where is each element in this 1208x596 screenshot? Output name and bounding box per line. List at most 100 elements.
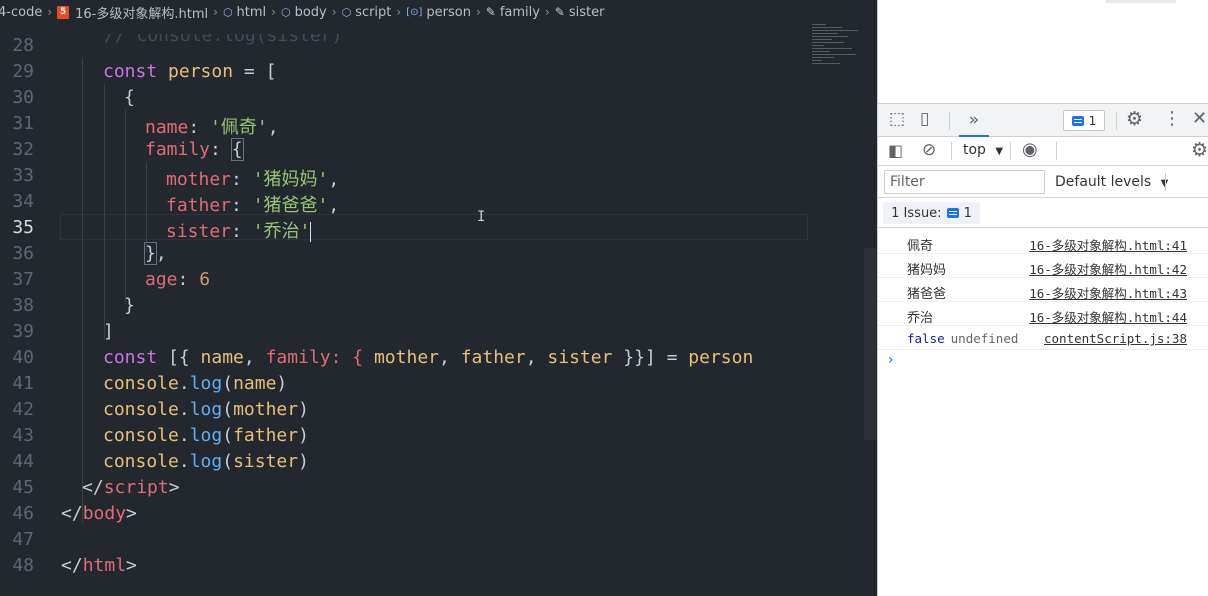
more-tabs-button[interactable]: » bbox=[959, 104, 989, 137]
issues-link[interactable]: 1 Issue: 1 bbox=[883, 202, 980, 224]
breadcrumb: 4-code › 5 16-多级对象解构.html › ⬡ html › ⬡ b… bbox=[0, 0, 877, 24]
code-line: const person = [ bbox=[103, 61, 277, 82]
breadcrumb-item-sister[interactable]: ✎ sister bbox=[555, 5, 605, 20]
separator bbox=[1165, 173, 1166, 191]
breadcrumb-item-file[interactable]: 5 16-多级对象解构.html bbox=[57, 3, 208, 22]
line-number: 37 bbox=[12, 268, 34, 290]
line-number: 45 bbox=[12, 476, 34, 498]
device-toolbar-icon[interactable]: ▯ bbox=[920, 109, 929, 129]
wrench-icon: ✎ bbox=[554, 5, 565, 19]
filter-bar: Filter Default levels ▼ bbox=[878, 166, 1208, 198]
separator bbox=[1010, 142, 1011, 160]
chevron-right-icon: › bbox=[47, 5, 53, 19]
element-icon: ⬡ bbox=[280, 5, 291, 19]
line-number: 47 bbox=[12, 528, 34, 550]
console-row: 猪爸爸 16-多级对象解构.html:43 bbox=[878, 278, 1208, 302]
code-line: ] bbox=[103, 321, 114, 342]
console-row: 猪妈妈 16-多级对象解构.html:42 bbox=[878, 254, 1208, 278]
code-line: mother: '猪妈妈', bbox=[166, 169, 340, 190]
separator bbox=[951, 142, 952, 160]
line-number: 31 bbox=[12, 112, 34, 134]
breadcrumb-item-body[interactable]: ⬡ body bbox=[281, 5, 327, 20]
line-number: 36 bbox=[12, 242, 34, 264]
console-row: 乔治 16-多级对象解构.html:44 bbox=[878, 302, 1208, 326]
code-area[interactable]: // console.log(sister) 28 29 30 31 32 33… bbox=[0, 20, 877, 596]
code-line: </body> bbox=[61, 503, 137, 524]
line-number: 48 bbox=[12, 554, 34, 576]
devtools-tab-bar: ⬚ ▯ » 1 ⚙ ⋮ ✕ bbox=[878, 103, 1208, 137]
line-number: 43 bbox=[12, 424, 34, 446]
chevron-right-icon: › bbox=[213, 5, 218, 19]
chevron-right-icon: › bbox=[475, 5, 481, 19]
code-line: { bbox=[124, 87, 135, 108]
line-number: 39 bbox=[12, 320, 34, 342]
line-number: 34 bbox=[12, 190, 34, 212]
html5-icon: 5 bbox=[57, 5, 70, 19]
line-number: 29 bbox=[12, 60, 34, 82]
line-number: 44 bbox=[12, 450, 34, 472]
filter-input[interactable]: Filter bbox=[884, 170, 1045, 194]
line-number-active: 35 bbox=[12, 216, 34, 238]
breadcrumb-item-html[interactable]: ⬡ html bbox=[223, 5, 266, 20]
element-icon: ⬡ bbox=[341, 5, 352, 19]
code-line: family: { bbox=[145, 138, 244, 161]
text-cursor bbox=[310, 222, 312, 242]
separator bbox=[949, 112, 950, 130]
page-edge bbox=[1106, 0, 1176, 3]
issues-counter-button[interactable]: 1 bbox=[1063, 110, 1105, 131]
source-link[interactable]: 16-多级对象解构.html:41 bbox=[1029, 235, 1187, 254]
source-link[interactable]: 16-多级对象解构.html:43 bbox=[1029, 283, 1187, 302]
editor-scrollbar[interactable] bbox=[864, 248, 876, 440]
line-number: 28 bbox=[12, 34, 34, 56]
code-line: name: '佩奇', bbox=[145, 117, 279, 138]
line-number: 30 bbox=[12, 86, 34, 108]
source-link[interactable]: 16-多级对象解构.html:42 bbox=[1029, 259, 1187, 278]
chevron-right-icon: › bbox=[331, 5, 337, 19]
console-toolbar: ◧ ⊘ top ▼ ◉ ⚙ bbox=[878, 137, 1208, 166]
eye-icon[interactable]: ◉ bbox=[1022, 139, 1038, 160]
code-line: console.log(sister) bbox=[103, 451, 309, 472]
bracket-match: } bbox=[144, 242, 157, 265]
message-icon bbox=[946, 208, 959, 218]
console-prompt-chevron-icon[interactable]: › bbox=[888, 352, 894, 368]
breadcrumb-item-family[interactable]: ✎ family bbox=[486, 5, 540, 20]
console-output[interactable]: 佩奇 16-多级对象解构.html:41 猪妈妈 16-多级对象解构.html:… bbox=[878, 228, 1208, 596]
minimap[interactable] bbox=[812, 22, 864, 90]
chevron-right-icon: › bbox=[271, 5, 276, 19]
breadcrumb-item-folder[interactable]: 4-code bbox=[0, 5, 42, 20]
code-line-active: sister: '乔治' bbox=[166, 221, 312, 242]
code-line: age: 6 bbox=[145, 269, 211, 290]
code-editor[interactable]: 4-code › 5 16-多级对象解构.html › ⬡ html › ⬡ b… bbox=[0, 0, 877, 596]
line-number: 46 bbox=[12, 502, 34, 524]
code-line: </script> bbox=[82, 477, 180, 498]
log-levels-dropdown[interactable]: Default levels ▼ bbox=[1055, 174, 1168, 190]
code-line: console.log(name) bbox=[103, 373, 288, 394]
dropdown-arrow-icon: ▼ bbox=[995, 146, 1004, 157]
separator bbox=[1056, 142, 1057, 160]
sidebar-toggle-icon[interactable]: ◧ bbox=[888, 141, 903, 160]
breadcrumb-item-script[interactable]: ⬡ script bbox=[342, 5, 392, 20]
breadcrumb-item-person[interactable]: [⊙] person bbox=[406, 5, 471, 20]
wrench-icon: ✎ bbox=[485, 5, 496, 19]
line-number: 32 bbox=[12, 138, 34, 160]
console-settings-gear-icon[interactable]: ⚙ bbox=[1191, 139, 1208, 161]
context-selector[interactable]: top ▼ bbox=[963, 142, 1003, 158]
code-line: </html> bbox=[61, 555, 137, 576]
issues-bar: 1 Issue: 1 bbox=[878, 198, 1208, 228]
source-link[interactable]: contentScript.js:38 bbox=[1044, 331, 1187, 346]
message-icon bbox=[1071, 115, 1084, 126]
close-icon[interactable]: ✕ bbox=[1192, 108, 1207, 129]
inspect-element-icon[interactable]: ⬚ bbox=[889, 109, 905, 129]
source-link[interactable]: 16-多级对象解构.html:44 bbox=[1029, 307, 1187, 326]
chevron-right-icon: › bbox=[544, 5, 550, 19]
gear-icon[interactable]: ⚙ bbox=[1126, 108, 1143, 130]
line-number: 41 bbox=[12, 372, 34, 394]
devtools-panel: ⬚ ▯ » 1 ⚙ ⋮ ✕ ◧ ⊘ top ▼ ◉ ⚙ Filter Defau… bbox=[877, 0, 1208, 596]
line-number: 40 bbox=[12, 346, 34, 368]
line-number: 33 bbox=[12, 164, 34, 186]
separator bbox=[1116, 112, 1117, 130]
more-options-icon[interactable]: ⋮ bbox=[1163, 108, 1181, 129]
code-line: console.log(mother) bbox=[103, 399, 309, 420]
clear-console-icon[interactable]: ⊘ bbox=[922, 140, 936, 160]
code-line: console.log(father) bbox=[103, 425, 309, 446]
